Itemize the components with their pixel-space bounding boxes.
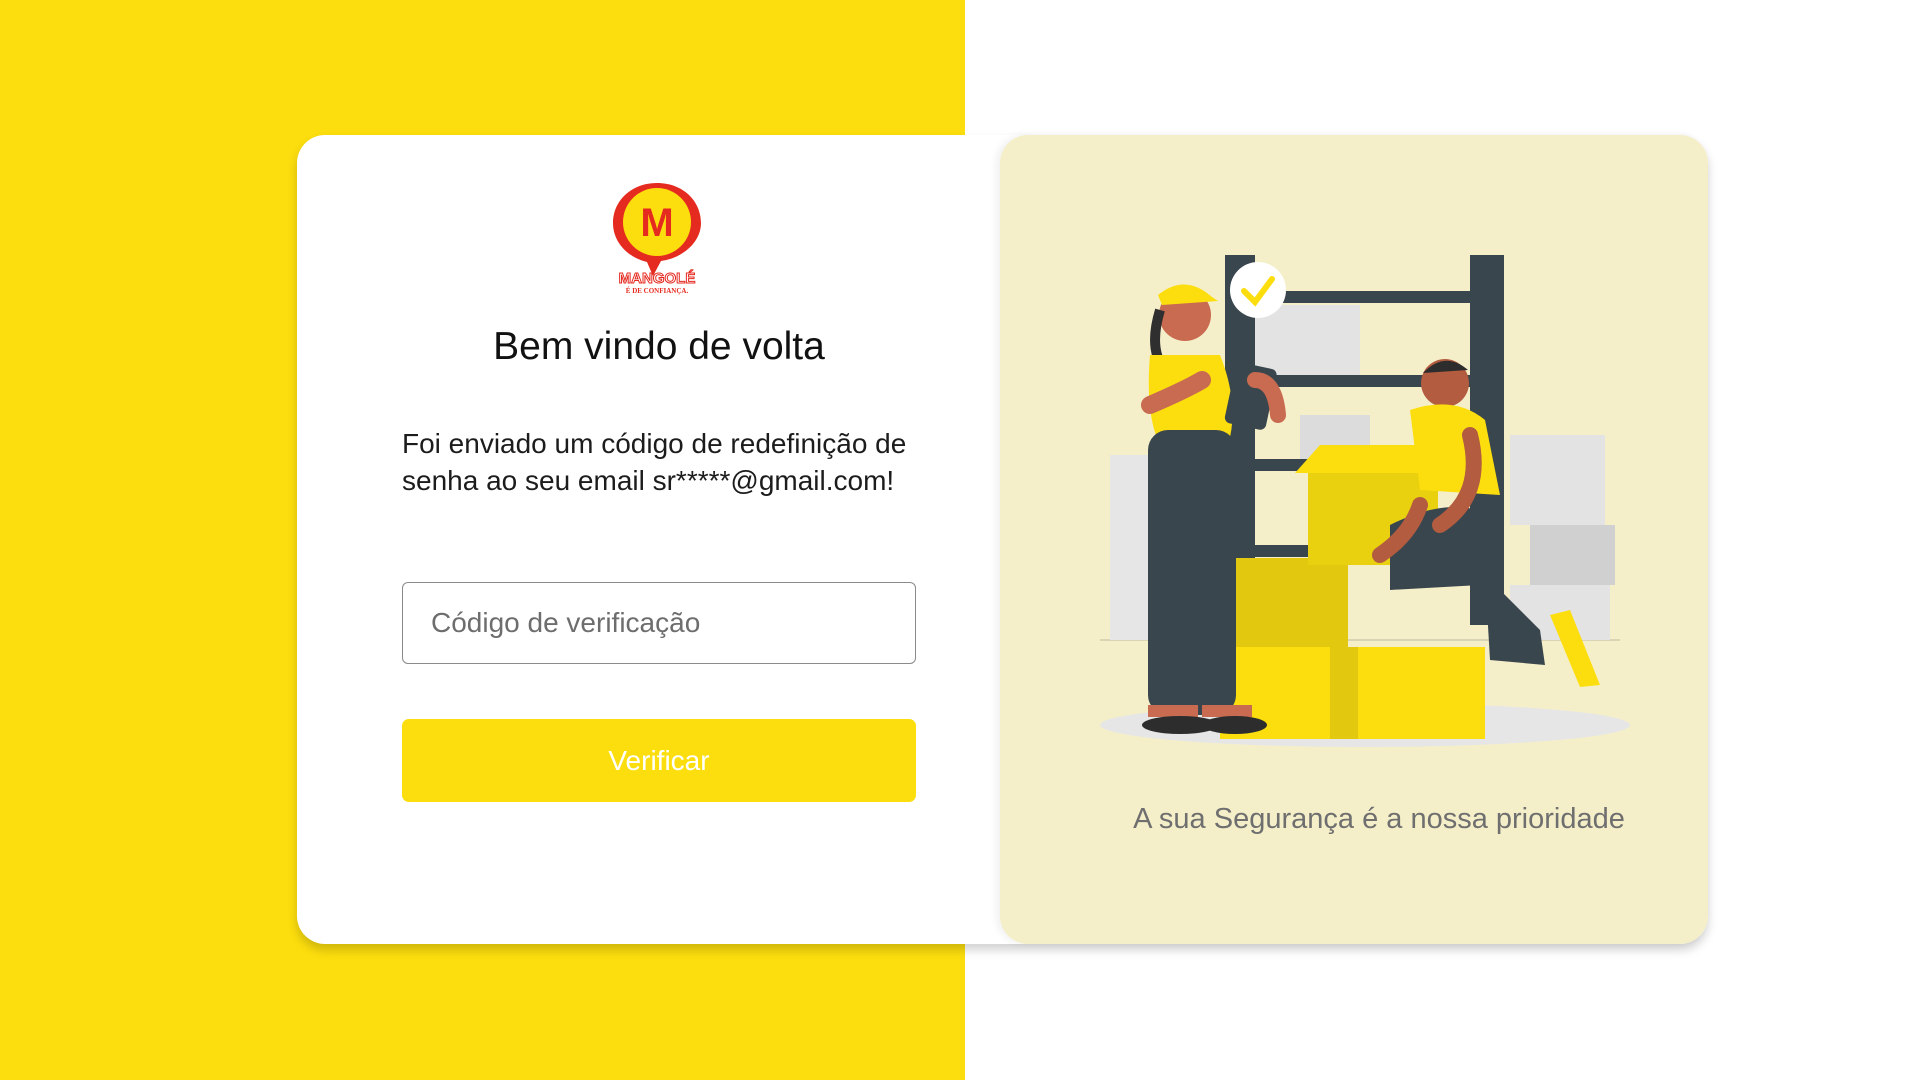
verify-button[interactable]: Verificar	[402, 719, 916, 802]
page-title: Bem vindo de volta	[493, 325, 825, 368]
warehouse-workers-illustration	[1100, 255, 1630, 747]
login-card: M MANGOLÉ É DE CONFIANÇA. Bem vindo de v…	[297, 135, 1708, 944]
mangole-logo: M MANGOLÉ É DE CONFIANÇA.	[613, 183, 701, 295]
logo-letter: M	[640, 201, 673, 245]
illustration-panel: A sua Segurança é a nossa prioridade	[1000, 135, 1708, 944]
page: M MANGOLÉ É DE CONFIANÇA. Bem vindo de v…	[0, 0, 1920, 1080]
logo-tagline: É DE CONFIANÇA.	[626, 287, 689, 295]
reset-code-message: Foi enviado um código de redefinição de …	[402, 428, 907, 496]
security-tagline: A sua Segurança é a nossa prioridade	[1133, 803, 1625, 835]
verification-code-input[interactable]	[402, 582, 916, 664]
logo-wordmark: MANGOLÉ	[619, 270, 696, 287]
